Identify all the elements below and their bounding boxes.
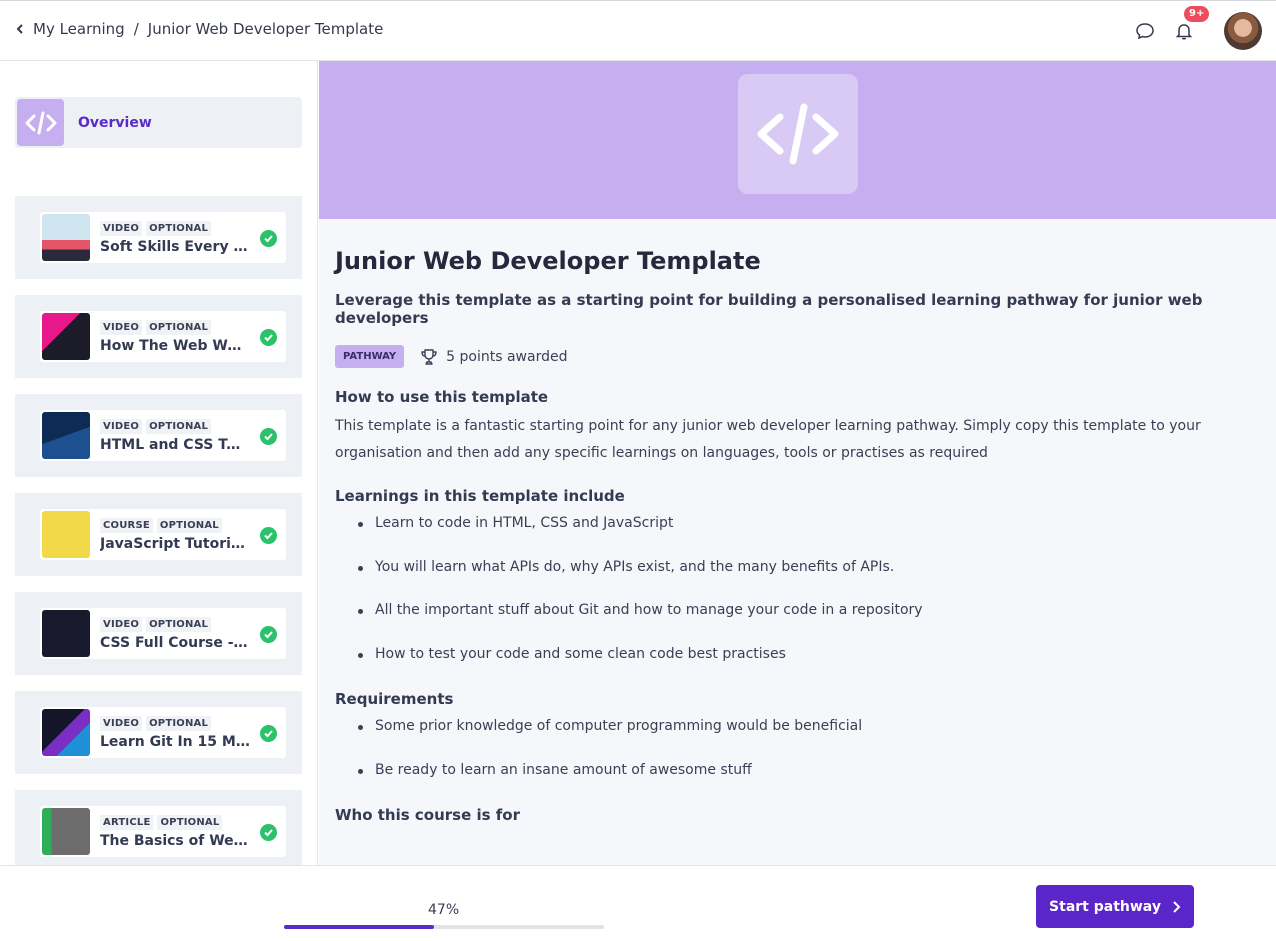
learning-card[interactable]: COURSEOPTIONAL JavaScript Tutorial - Ful… bbox=[40, 509, 286, 560]
learning-card[interactable]: VIDEOOPTIONAL HTML and CSS Tutorial bbox=[40, 410, 286, 461]
check-circle-icon bbox=[260, 527, 277, 544]
progress-bar bbox=[284, 925, 604, 929]
pathway-sidebar: Overview VIDEO OPTIONAL Soft Skills Every… bbox=[0, 61, 318, 865]
type-tag: COURSE bbox=[100, 517, 153, 533]
user-avatar[interactable] bbox=[1224, 12, 1262, 50]
type-tag: VIDEO bbox=[100, 418, 143, 434]
audience-heading: Who this course is for bbox=[335, 806, 521, 824]
sidebar-item-javascript-tutorial[interactable]: COURSEOPTIONAL JavaScript Tutorial - Ful… bbox=[15, 493, 302, 576]
video-thumbnail bbox=[42, 412, 90, 459]
video-thumbnail bbox=[42, 214, 90, 261]
type-tag: VIDEO bbox=[100, 715, 143, 731]
overview-label: Overview bbox=[78, 114, 152, 131]
requirements-heading: Requirements bbox=[335, 690, 454, 708]
learning-card[interactable]: ARTICLEOPTIONAL The Basics of Web Applic… bbox=[40, 806, 286, 857]
sidebar-item-how-web-works[interactable]: VIDEO OPTIONAL How The Web Works bbox=[15, 295, 302, 378]
points-label: 5 points awarded bbox=[446, 348, 568, 365]
learning-card[interactable]: VIDEOOPTIONAL Learn Git In 15 Minutes bbox=[40, 707, 286, 758]
optional-tag: OPTIONAL bbox=[157, 814, 223, 830]
start-pathway-label: Start pathway bbox=[1049, 898, 1161, 915]
list-item: Be ready to learn an insane amount of aw… bbox=[335, 762, 1255, 806]
video-thumbnail bbox=[42, 709, 90, 756]
item-title: Soft Skills Every Developer Needs bbox=[100, 238, 250, 255]
progress-bar-fill bbox=[284, 925, 435, 929]
requirements-list: Some prior knowledge of computer program… bbox=[335, 718, 1255, 805]
pathway-badge: PATHWAY bbox=[335, 345, 405, 368]
optional-tag: OPTIONAL bbox=[146, 319, 212, 335]
breadcrumb-separator: / bbox=[133, 20, 139, 38]
optional-tag: OPTIONAL bbox=[146, 616, 212, 632]
learnings-list: Learn to code in HTML, CSS and JavaScrip… bbox=[335, 515, 1255, 689]
pathway-description: Junior Web Developer Template Leverage t… bbox=[335, 247, 1255, 824]
list-item: All the important stuff about Git and ho… bbox=[335, 602, 1255, 646]
breadcrumb: My Learning / Junior Web Developer Templ… bbox=[13, 20, 383, 38]
breadcrumb-parent-link[interactable]: My Learning bbox=[33, 20, 125, 38]
check-circle-icon bbox=[260, 230, 277, 247]
check-circle-icon bbox=[260, 824, 277, 841]
item-title: HTML and CSS Tutorial bbox=[100, 436, 250, 453]
sidebar-item-learn-git[interactable]: VIDEOOPTIONAL Learn Git In 15 Minutes bbox=[15, 691, 302, 774]
item-title: The Basics of Web Application Security bbox=[100, 832, 250, 849]
page-title: Junior Web Developer Template bbox=[335, 247, 761, 275]
how-to-text: This template is a fantastic starting po… bbox=[335, 418, 1201, 461]
footer-bar: 47% Start pathway bbox=[0, 865, 1276, 941]
type-tag: VIDEO bbox=[100, 220, 143, 236]
optional-tag: OPTIONAL bbox=[146, 418, 212, 434]
type-tag: ARTICLE bbox=[100, 814, 154, 830]
learning-card[interactable]: VIDEOOPTIONAL CSS Full Course - 2 hours bbox=[40, 608, 286, 659]
bell-icon[interactable] bbox=[1174, 21, 1194, 41]
video-thumbnail bbox=[42, 610, 90, 657]
sidebar-item-overview[interactable]: Overview bbox=[15, 97, 302, 148]
sidebar-item-web-security[interactable]: ARTICLEOPTIONAL The Basics of Web Applic… bbox=[15, 790, 302, 865]
list-item: Some prior knowledge of computer program… bbox=[335, 718, 1255, 762]
learning-card[interactable]: VIDEOOPTIONAL Soft Skills Every Develope… bbox=[40, 212, 286, 263]
optional-tag: OPTIONAL bbox=[146, 715, 212, 731]
sidebar-item-css-full-course[interactable]: VIDEOOPTIONAL CSS Full Course - 2 hours bbox=[15, 592, 302, 675]
course-thumbnail bbox=[42, 511, 90, 558]
item-title: Learn Git In 15 Minutes bbox=[100, 733, 250, 750]
list-item: Learn to code in HTML, CSS and JavaScrip… bbox=[335, 515, 1255, 559]
sidebar-item-soft-skills[interactable]: VIDEOOPTIONAL Soft Skills Every Develope… bbox=[15, 196, 302, 279]
pathway-details: Junior Web Developer Template Leverage t… bbox=[319, 61, 1276, 865]
pathway-banner bbox=[319, 61, 1276, 219]
top-header: My Learning / Junior Web Developer Templ… bbox=[0, 0, 1276, 61]
type-tag: VIDEO bbox=[100, 616, 143, 632]
check-circle-icon bbox=[260, 626, 277, 643]
page-subtitle: Leverage this template as a starting poi… bbox=[335, 291, 1203, 327]
item-title: How The Web Works bbox=[100, 337, 250, 354]
list-item: You will learn what APIs do, why APIs ex… bbox=[335, 559, 1255, 603]
breadcrumb-current: Junior Web Developer Template bbox=[147, 20, 384, 38]
type-tag: VIDEO bbox=[100, 319, 143, 335]
article-thumbnail bbox=[42, 808, 90, 855]
chevron-left-icon[interactable] bbox=[13, 22, 27, 36]
chevron-right-icon bbox=[1173, 900, 1181, 913]
check-circle-icon bbox=[260, 329, 277, 346]
check-circle-icon bbox=[260, 725, 277, 742]
how-to-heading: How to use this template bbox=[335, 388, 549, 406]
optional-tag: OPTIONAL bbox=[146, 220, 212, 236]
sidebar-item-html-css[interactable]: VIDEOOPTIONAL HTML and CSS Tutorial bbox=[15, 394, 302, 477]
video-thumbnail bbox=[42, 313, 90, 360]
learning-card[interactable]: VIDEO OPTIONAL How The Web Works bbox=[40, 311, 286, 362]
optional-tag: OPTIONAL bbox=[156, 517, 222, 533]
item-title: JavaScript Tutorial - Full Course bbox=[100, 535, 250, 552]
learnings-heading: Learnings in this template include bbox=[335, 487, 625, 505]
chat-bubble-icon[interactable] bbox=[1135, 21, 1155, 41]
code-icon bbox=[17, 99, 64, 146]
start-pathway-button[interactable]: Start pathway bbox=[1036, 885, 1194, 928]
check-circle-icon bbox=[260, 428, 277, 445]
item-title: CSS Full Course - 2 hours bbox=[100, 634, 250, 651]
notification-count-badge: 9+ bbox=[1184, 6, 1210, 22]
progress-percent: 47% bbox=[428, 902, 460, 918]
code-icon bbox=[738, 74, 858, 194]
trophy-icon bbox=[421, 348, 437, 365]
list-item: How to test your code and some clean cod… bbox=[335, 646, 1255, 690]
points-awarded: 5 points awarded bbox=[420, 348, 567, 366]
